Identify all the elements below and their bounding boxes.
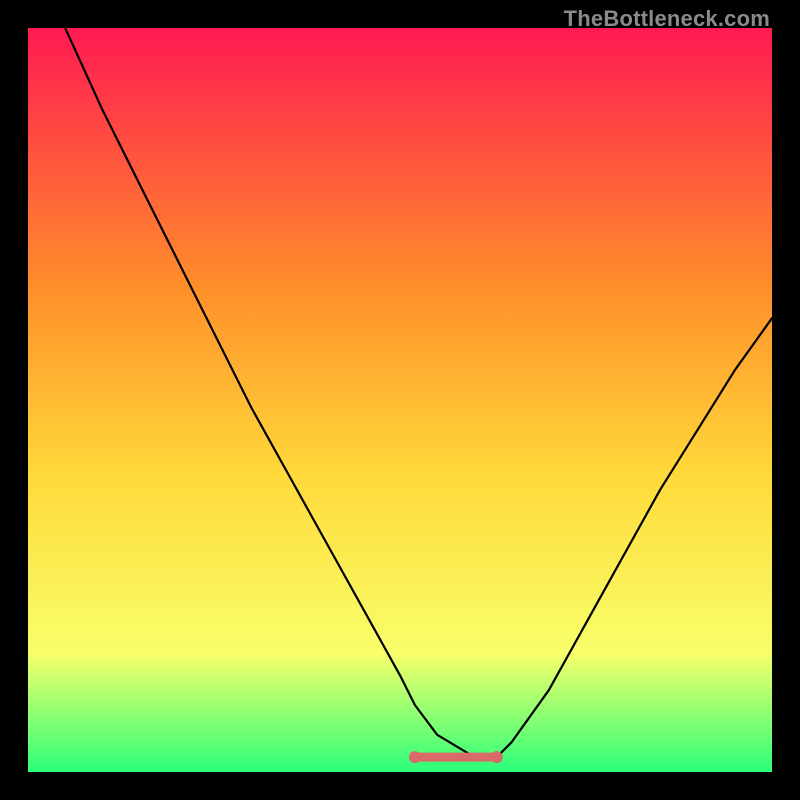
bottleneck-chart — [28, 28, 772, 772]
watermark-text: TheBottleneck.com — [564, 6, 770, 32]
chart-frame — [28, 28, 772, 772]
flat-segment-start-dot — [409, 751, 421, 763]
gradient-background — [28, 28, 772, 772]
flat-segment-end-dot — [491, 751, 503, 763]
